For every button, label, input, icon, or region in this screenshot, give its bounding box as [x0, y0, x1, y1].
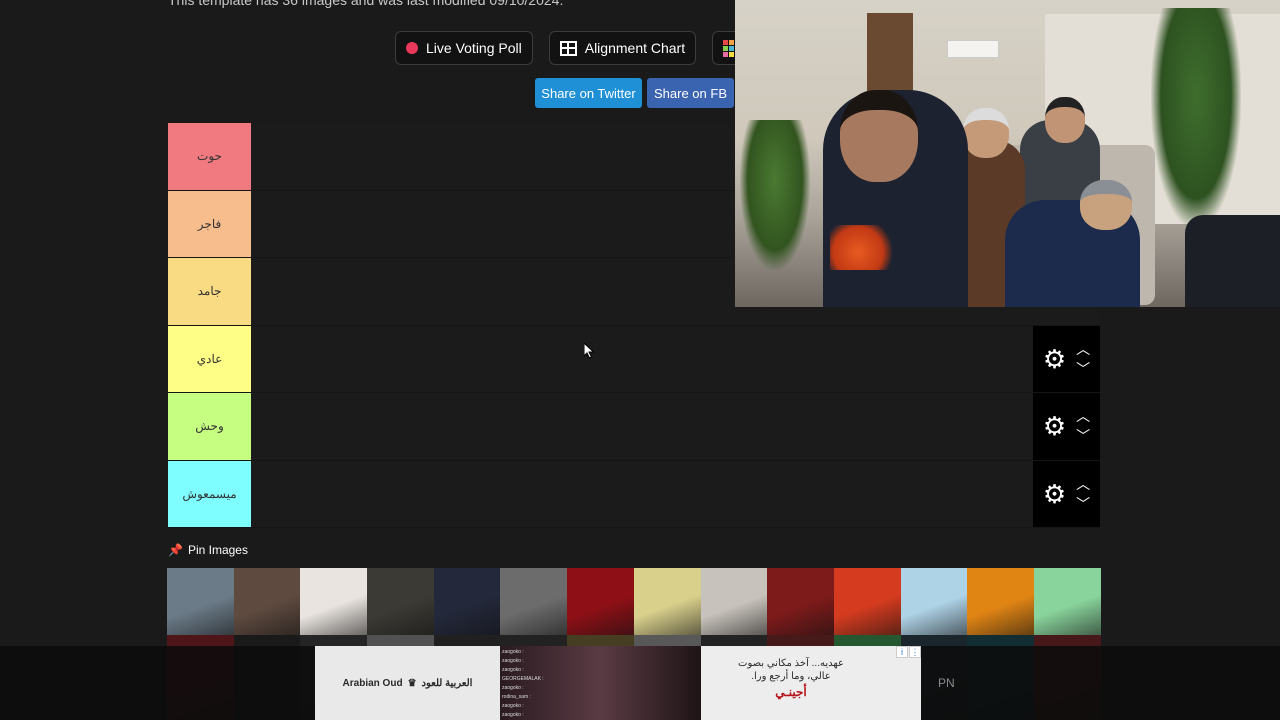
webcam-plant — [1151, 8, 1241, 228]
tier-image-thumbnail[interactable] — [500, 568, 568, 635]
stream-chat-overlay: zaogoko : zaogoko : zaogoko : GEORGEMALAK :… — [502, 648, 544, 720]
ad-left-arabic: العربية للعود — [421, 677, 473, 689]
tier-image-thumbnail[interactable] — [367, 568, 434, 635]
tier-move-arrows: ︿ ﹀ — [1076, 477, 1090, 511]
chat-line: zaogoko : — [502, 649, 524, 655]
chat-line: zaogoko : — [502, 667, 524, 673]
pin-images-toggle[interactable]: 📌 Pin Images — [168, 543, 248, 557]
tier-controls: ⚙ ︿ ﹀ — [1033, 325, 1100, 392]
gear-icon[interactable]: ⚙ — [1043, 346, 1066, 372]
webcam-head-4 — [1080, 180, 1132, 230]
chevron-down-icon[interactable]: ﹀ — [1076, 497, 1090, 511]
tier-move-arrows: ︿ ﹀ — [1076, 409, 1090, 443]
share-twitter-button[interactable]: Share on Twitter — [535, 78, 642, 108]
alignment-chart-label: Alignment Chart — [584, 40, 686, 56]
chat-line: rodina_sam : — [502, 694, 531, 700]
tier-image-thumbnail[interactable] — [767, 568, 834, 635]
template-info-text: This template has 36 images and was last… — [168, 0, 564, 8]
webcam-head-1 — [840, 90, 918, 182]
chevron-up-icon[interactable]: ︿ — [1076, 477, 1090, 491]
ad-text-panel[interactable]: عهديه... آخذ مكاني بصوت عالي، وما أرجع و… — [701, 646, 921, 720]
ad-brand-panel[interactable]: Arabian Oud ♛ العربية للعود — [315, 646, 500, 720]
ad-choices[interactable]: i ⋮ — [896, 646, 921, 658]
info-icon[interactable]: i — [896, 646, 908, 658]
tier-drop-zone[interactable] — [251, 393, 1033, 460]
table-icon — [559, 40, 577, 56]
tier-image-thumbnail[interactable] — [633, 568, 701, 635]
tier-image-thumbnail[interactable] — [833, 568, 901, 635]
chevron-up-icon[interactable]: ︿ — [1076, 342, 1090, 356]
tier-image-thumbnail[interactable] — [900, 568, 968, 635]
webcam-plant-left — [740, 120, 810, 270]
tier-label[interactable]: حوت — [168, 123, 251, 190]
tier-controls: ⚙ ︿ ﹀ — [1033, 460, 1100, 527]
tier-row: عادي ⚙ ︿ ﹀ — [168, 325, 1100, 393]
tier-image-thumbnail[interactable] — [1033, 568, 1101, 635]
tier-label[interactable]: ميسمعوش — [168, 460, 251, 527]
tier-image-thumbnail[interactable] — [700, 568, 768, 635]
gear-icon[interactable]: ⚙ — [1043, 481, 1066, 507]
share-facebook-button[interactable]: Share on FB — [647, 78, 734, 108]
chat-line: GEORGEMALAK : — [502, 676, 544, 682]
record-dot-icon — [406, 42, 418, 54]
gear-icon[interactable]: ⚙ — [1043, 413, 1066, 439]
tier-image-thumbnail[interactable] — [300, 568, 368, 635]
share-buttons: Share on Twitter Share on FB — [535, 78, 734, 108]
webcam-head-2 — [963, 108, 1009, 158]
pn-label: PN — [938, 676, 955, 690]
oud-logo-icon: ♛ — [407, 677, 417, 689]
tier-label[interactable]: فاجر — [168, 190, 251, 257]
chat-line: zaogoko : — [502, 685, 524, 691]
advertisement[interactable]: Arabian Oud ♛ العربية للعود zaogoko : zao… — [315, 646, 921, 720]
tool-buttons: Live Voting Poll Alignment Chart V — [395, 31, 769, 65]
chat-line: zaogoko : — [502, 658, 524, 664]
chevron-up-icon[interactable]: ︿ — [1076, 409, 1090, 423]
tier-drop-zone[interactable] — [251, 460, 1033, 527]
webcam-hoodie-print — [830, 225, 900, 270]
pushpin-icon: 📌 — [168, 543, 183, 557]
chat-line: zaogoko : — [502, 703, 524, 709]
tier-row: ميسمعوش ⚙ ︿ ﹀ — [168, 460, 1100, 528]
webcam-overlay — [735, 0, 1280, 307]
webcam-head-3 — [1045, 97, 1085, 143]
more-options-icon[interactable]: ⋮ — [909, 646, 921, 658]
tier-image-thumbnail[interactable] — [967, 568, 1034, 635]
ad-video-panel[interactable]: zaogoko : zaogoko : zaogoko : GEORGEMALAK :… — [500, 646, 701, 720]
image-pool — [167, 568, 1101, 635]
tier-label[interactable]: عادي — [168, 325, 251, 392]
live-voting-poll-label: Live Voting Poll — [426, 40, 522, 56]
chevron-down-icon[interactable]: ﹀ — [1076, 429, 1090, 443]
tier-row: وحش ⚙ ︿ ﹀ — [168, 393, 1100, 461]
tier-image-thumbnail[interactable] — [433, 568, 501, 635]
tier-drop-zone[interactable] — [251, 325, 1033, 392]
webcam-chair — [1185, 215, 1280, 307]
ad-line-1: عهديه... آخذ مكاني بصوت — [738, 658, 844, 669]
ad-brand: أجينـي — [775, 685, 807, 699]
alignment-chart-button[interactable]: Alignment Chart — [548, 31, 697, 65]
tier-move-arrows: ︿ ﹀ — [1076, 342, 1090, 376]
tier-image-thumbnail[interactable] — [167, 568, 234, 635]
tier-list-page: This template has 36 images and was last… — [0, 0, 1280, 720]
tier-image-thumbnail[interactable] — [233, 568, 301, 635]
ad-line-2: عالي، وما أرجع ورا. — [751, 671, 831, 682]
webcam-air-conditioner — [947, 40, 999, 58]
tier-label[interactable]: وحش — [168, 393, 251, 460]
ad-left-text: Arabian Oud — [342, 677, 403, 689]
tier-label[interactable]: جامد — [168, 258, 251, 325]
live-voting-poll-button[interactable]: Live Voting Poll — [395, 31, 533, 65]
pin-images-label: Pin Images — [187, 543, 248, 557]
tier-controls: ⚙ ︿ ﹀ — [1033, 393, 1100, 460]
tier-image-thumbnail[interactable] — [567, 568, 634, 635]
chat-line: zaogoko : — [502, 712, 524, 718]
chevron-down-icon[interactable]: ﹀ — [1076, 362, 1090, 376]
